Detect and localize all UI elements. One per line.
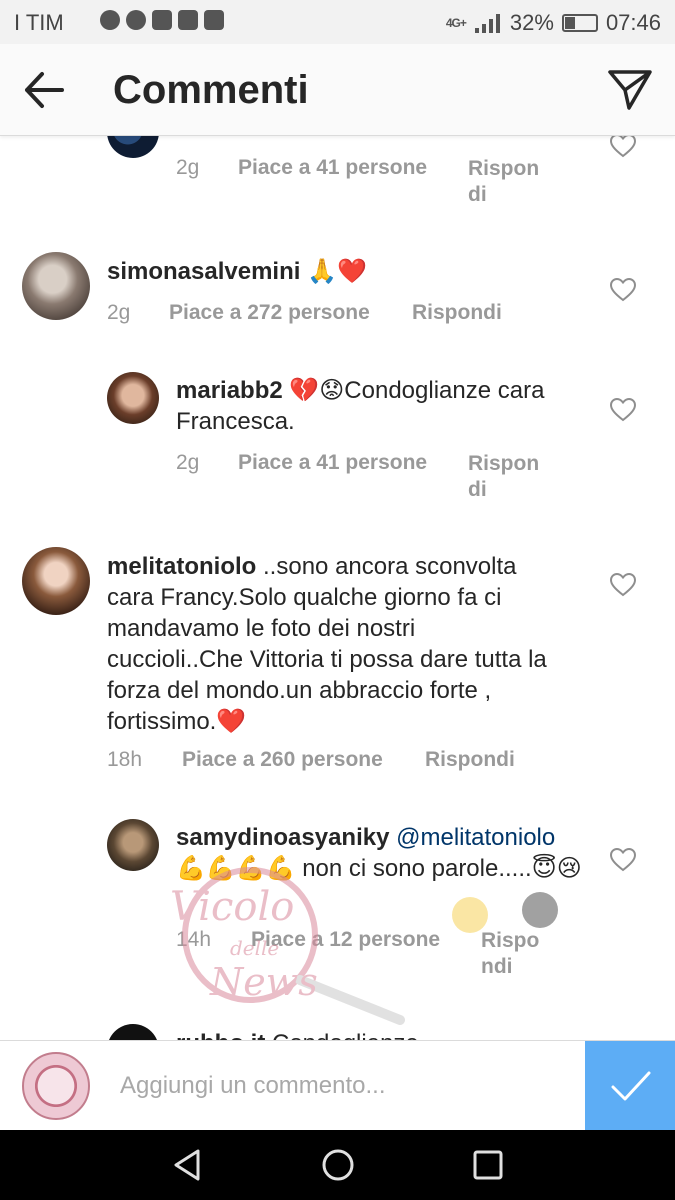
notification-icons [100, 10, 224, 30]
avatar[interactable] [107, 819, 159, 871]
reply-button[interactable]: Rispo ndi [481, 928, 557, 980]
comment-item: samydinoasyaniky @melitatoniolo 💪💪💪💪 non… [0, 808, 675, 988]
signal-icon [474, 14, 500, 33]
comment-item: 2g Piace a 41 persone Rispon di [0, 136, 675, 226]
back-button[interactable] [22, 70, 68, 110]
comment-meta: 2g Piace a 41 persone Rispon di [176, 451, 576, 507]
my-avatar [22, 1052, 90, 1120]
comment-item: mariabb2 💔😟Condoglianze cara Francesca. … [0, 361, 675, 511]
avatar[interactable] [22, 547, 90, 615]
comment-meta: 2g Piace a 272 persone Rispondi [107, 301, 577, 331]
android-nav-bar [0, 1130, 675, 1200]
reply-button[interactable]: Rispon di [468, 451, 544, 503]
whatsapp-icon [126, 10, 146, 30]
comment-mention[interactable]: @melitatoniolo [396, 824, 555, 851]
avatar[interactable] [107, 1024, 159, 1040]
reply-button[interactable]: Rispondi [425, 748, 515, 772]
comment-text: 💪💪💪💪 non ci sono parole.....😇😢 [176, 855, 582, 882]
avatar[interactable] [107, 372, 159, 424]
heart-icon[interactable] [610, 398, 636, 422]
battery-percent: 32% [509, 10, 554, 35]
comment-text: 🙏❤️ [307, 258, 367, 285]
battery-icon [561, 14, 598, 32]
carrier-label: I TIM [14, 10, 64, 35]
square-recents-icon[interactable] [470, 1147, 506, 1183]
arrow-left-icon[interactable] [22, 70, 68, 110]
comment-username[interactable]: rubbo.it [176, 1030, 265, 1040]
comment-meta: 14h Piace a 12 persone Rispo ndi [176, 928, 576, 984]
reply-button[interactable]: Rispon di [468, 156, 544, 208]
comment-username[interactable]: simonasalvemini [107, 258, 300, 285]
like-count[interactable]: Piace a 41 persone [238, 451, 427, 475]
triangle-back-icon[interactable] [170, 1147, 206, 1183]
like-count[interactable]: Piace a 260 persone [182, 748, 383, 772]
comment-time: 14h [176, 928, 212, 951]
heart-icon[interactable] [610, 136, 636, 158]
comments-list[interactable]: 2g Piace a 41 persone Rispon di simonasa… [0, 136, 675, 1040]
comment-time: 18h [107, 748, 143, 771]
post-comment-button[interactable] [585, 1041, 675, 1131]
paper-plane-icon[interactable] [607, 68, 653, 112]
status-bar: I TIM 4G+ 32% 07:46 [0, 0, 675, 44]
comment-body: simonasalvemini 🙏❤️ [107, 256, 587, 287]
comment-composer [0, 1040, 675, 1131]
network-type: 4G+ [445, 16, 467, 30]
comment-time: 2g [176, 156, 200, 179]
reply-button[interactable]: Rispondi [412, 301, 502, 325]
comment-body: rubbo.it Condoglianze [176, 1028, 586, 1040]
comment-meta: 2g Piace a 41 persone Rispon di [176, 156, 576, 212]
page-title: Commenti [113, 68, 309, 112]
header: Commenti [0, 44, 675, 136]
comment-item: melitatoniolo ..sono ancora sconvolta ca… [0, 536, 675, 786]
direct-message-button[interactable] [607, 68, 653, 112]
comment-username[interactable]: melitatoniolo [107, 553, 256, 580]
avatar[interactable] [22, 252, 90, 320]
like-count[interactable]: Piace a 12 persone [251, 928, 440, 952]
comment-time: 2g [107, 301, 131, 324]
avatar[interactable] [107, 136, 159, 158]
comment-item: simonasalvemini 🙏❤️ 2g Piace a 272 perso… [0, 236, 675, 346]
like-count[interactable]: Piace a 272 persone [169, 301, 370, 325]
checkmark-icon[interactable] [585, 1041, 675, 1131]
comment-time: 2g [176, 451, 200, 474]
comment-item: rubbo.it Condoglianze [0, 1022, 675, 1040]
comment-text: Condoglianze [272, 1030, 419, 1040]
comment-username[interactable]: mariabb2 [176, 377, 283, 404]
heart-icon[interactable] [610, 573, 636, 597]
comment-meta: 18h Piace a 260 persone Rispondi [107, 748, 577, 778]
like-count[interactable]: Piace a 41 persone [238, 156, 427, 180]
sim-icon [204, 10, 224, 30]
comment-body: melitatoniolo ..sono ancora sconvolta ca… [107, 551, 557, 737]
facebook-icon [178, 10, 198, 30]
status-right: 4G+ 32% 07:46 [446, 10, 661, 36]
heart-icon[interactable] [610, 848, 636, 872]
circle-home-icon[interactable] [320, 1147, 356, 1183]
heart-icon[interactable] [610, 278, 636, 302]
heart-notification-icon [100, 10, 120, 30]
comment-input[interactable] [120, 1063, 560, 1109]
instagram-icon [152, 10, 172, 30]
comment-text: ..sono ancora sconvolta cara Francy.Solo… [107, 553, 547, 735]
comment-body: samydinoasyaniky @melitatoniolo 💪💪💪💪 non… [176, 822, 586, 884]
comment-username[interactable]: samydinoasyaniky [176, 824, 389, 851]
clock: 07:46 [605, 10, 661, 35]
comment-body: mariabb2 💔😟Condoglianze cara Francesca. [176, 375, 586, 437]
